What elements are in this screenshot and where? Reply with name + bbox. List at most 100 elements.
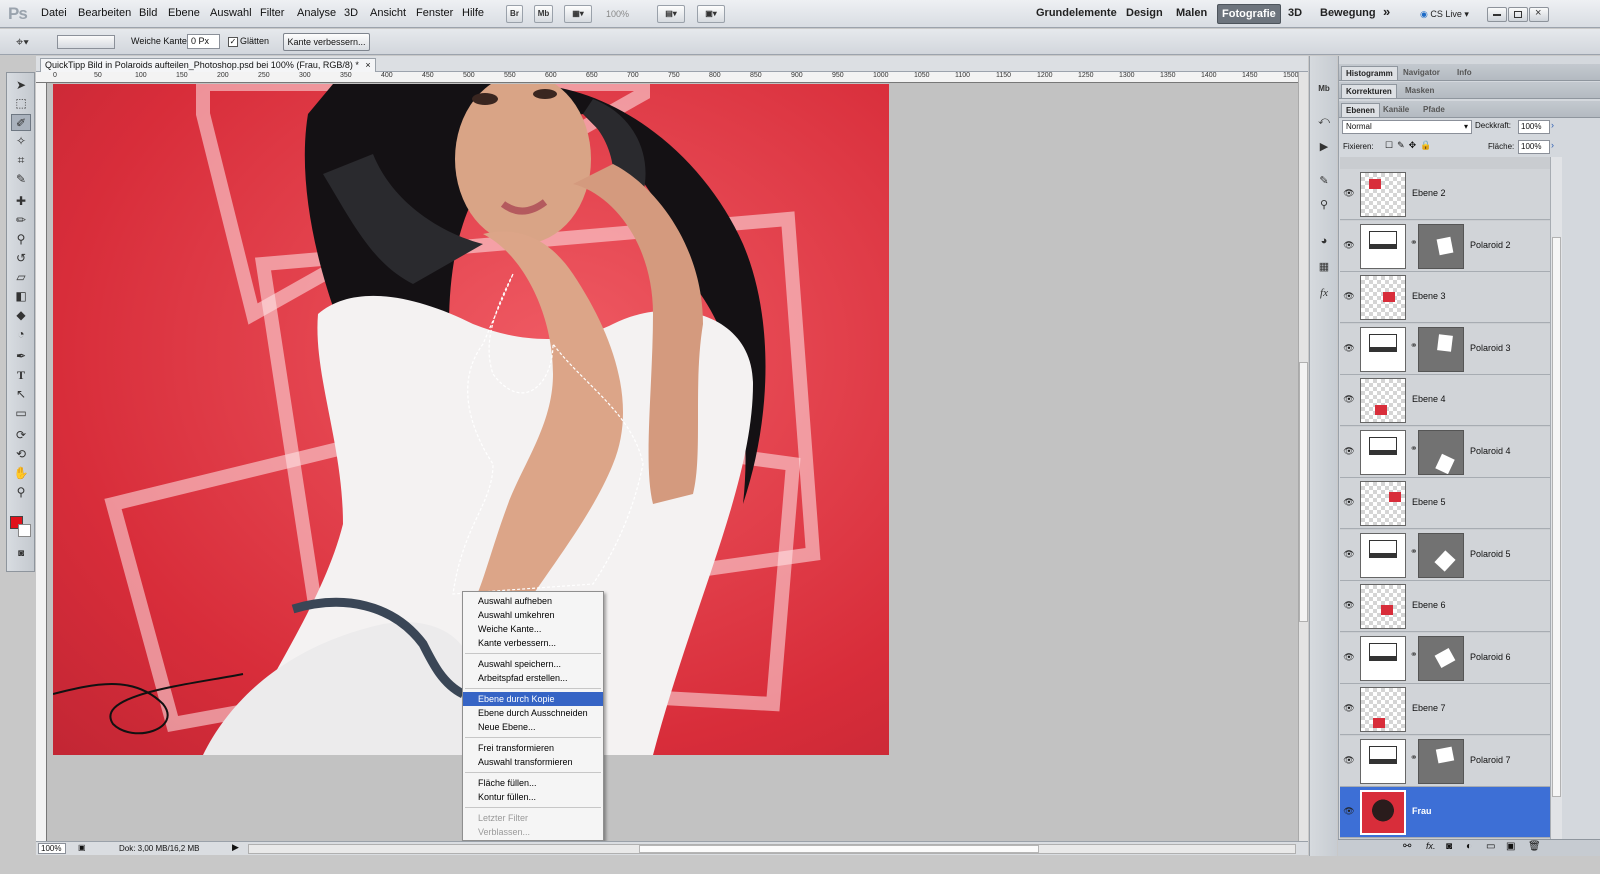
menu-auswahl[interactable]: Auswahl bbox=[210, 7, 252, 19]
visibility-eye-icon[interactable]: 👁 bbox=[1343, 755, 1355, 767]
brush-tool-icon[interactable]: ✏ bbox=[11, 212, 31, 229]
pen-tool-icon[interactable]: ✒ bbox=[11, 348, 31, 365]
status-zoom-field[interactable]: 100% bbox=[38, 843, 66, 854]
workspace-fotografie[interactable]: Fotografie bbox=[1217, 4, 1281, 24]
link-layers-icon[interactable]: ⚯ bbox=[1403, 841, 1411, 852]
context-menu-item[interactable]: Arbeitspfad erstellen... bbox=[463, 671, 603, 685]
context-menu-item[interactable]: Kante verbessern... bbox=[463, 636, 603, 650]
eraser-tool-icon[interactable]: ▱ bbox=[11, 269, 31, 286]
cs-live-button[interactable]: ◉ CS Live ▾ bbox=[1420, 9, 1469, 20]
tab-navigator[interactable]: Navigator bbox=[1399, 66, 1444, 80]
workspace-bewegung[interactable]: Bewegung bbox=[1320, 7, 1376, 19]
mask-link-icon[interactable]: ⚭ bbox=[1410, 237, 1418, 248]
screen-mode-button[interactable]: ▣▾ bbox=[697, 5, 725, 23]
layer-row[interactable]: 👁 Ebene 5 bbox=[1340, 478, 1550, 529]
3d-orbit-tool-icon[interactable]: ⟲ bbox=[11, 446, 31, 463]
arrange-documents-button[interactable]: ▤▾ bbox=[657, 5, 685, 23]
visibility-eye-icon[interactable]: 👁 bbox=[1343, 806, 1355, 818]
swatches-panel-icon[interactable]: ◕ bbox=[1315, 232, 1333, 250]
layer-row[interactable]: 👁 ⚭ Polaroid 7 bbox=[1340, 735, 1550, 787]
context-menu-item[interactable]: Ebene durch Kopie bbox=[463, 692, 603, 706]
menu-hilfe[interactable]: Hilfe bbox=[462, 7, 484, 19]
menu-3d[interactable]: 3D bbox=[344, 7, 358, 19]
layer-row[interactable]: 👁 Ebene 6 bbox=[1340, 581, 1550, 632]
vertical-scroll-thumb[interactable] bbox=[1299, 362, 1308, 622]
menu-ebene[interactable]: Ebene bbox=[168, 7, 200, 19]
context-menu-item[interactable]: Neue Ebene... bbox=[463, 720, 603, 734]
adjustment-layer-icon[interactable]: ◐ bbox=[1466, 841, 1472, 852]
opacity-input[interactable]: 100% bbox=[1518, 120, 1550, 134]
more-workspaces-button[interactable]: » bbox=[1383, 4, 1390, 19]
polygon-lasso-tool-icon[interactable]: ⌖▾ bbox=[16, 34, 29, 50]
minibridge-button[interactable]: Mb bbox=[534, 5, 553, 23]
delete-layer-icon[interactable]: 🗑 bbox=[1528, 841, 1541, 852]
menu-datei[interactable]: Datei bbox=[41, 7, 67, 19]
layer-mask-thumbnail[interactable] bbox=[1418, 223, 1464, 269]
minimize-button[interactable] bbox=[1487, 7, 1507, 22]
view-extras-button[interactable]: ▦▾ bbox=[564, 5, 592, 23]
feather-input[interactable]: 0 Px bbox=[187, 34, 220, 49]
blur-tool-icon[interactable]: ◆ bbox=[11, 307, 31, 324]
eyedropper-tool-icon[interactable]: ✎ bbox=[11, 171, 31, 188]
antialias-checkbox[interactable]: ✓ bbox=[228, 37, 238, 47]
bridge-button[interactable]: Br bbox=[506, 5, 523, 23]
menu-bearbeiten[interactable]: Bearbeiten bbox=[78, 7, 131, 19]
brush-presets-icon[interactable]: ✎ bbox=[1315, 172, 1333, 190]
fill-slider-arrow-icon[interactable]: › bbox=[1551, 140, 1554, 150]
layer-row[interactable]: 👁 Ebene 7 bbox=[1340, 684, 1550, 735]
context-menu-item[interactable]: Weiche Kante... bbox=[463, 622, 603, 636]
quick-mask-icon[interactable]: ◙ bbox=[11, 545, 31, 562]
move-tool-icon[interactable]: ➤ bbox=[11, 77, 31, 94]
workspace-design[interactable]: Design bbox=[1126, 7, 1163, 19]
path-selection-tool-icon[interactable]: ↖ bbox=[11, 386, 31, 403]
background-color-swatch[interactable] bbox=[18, 524, 31, 537]
close-document-icon[interactable]: × bbox=[365, 60, 370, 70]
actions-panel-icon[interactable]: ▶ bbox=[1315, 138, 1333, 156]
context-menu-item[interactable]: Ebene durch Ausschneiden bbox=[463, 706, 603, 720]
horizontal-scroll-thumb[interactable] bbox=[639, 845, 1039, 853]
visibility-eye-icon[interactable]: 👁 bbox=[1343, 703, 1355, 715]
rectangle-tool-icon[interactable]: ▭ bbox=[11, 405, 31, 422]
visibility-eye-icon[interactable]: 👁 bbox=[1343, 497, 1355, 509]
layer-row[interactable]: 👁 ⚭ Polaroid 5 bbox=[1340, 529, 1550, 581]
lock-icons[interactable]: ☐✎✥🔒 bbox=[1385, 140, 1435, 151]
mask-link-icon[interactable]: ⚭ bbox=[1410, 752, 1418, 763]
gradient-tool-icon[interactable]: ◧ bbox=[11, 288, 31, 305]
dodge-tool-icon[interactable]: ◔ bbox=[11, 326, 31, 343]
visibility-eye-icon[interactable]: 👁 bbox=[1343, 394, 1355, 406]
workspace-grundelemente[interactable]: Grundelemente bbox=[1036, 7, 1117, 19]
visibility-eye-icon[interactable]: 👁 bbox=[1343, 291, 1355, 303]
fx-panel-icon[interactable]: fx bbox=[1315, 284, 1333, 302]
layer-row[interactable]: 👁 Ebene 3 bbox=[1340, 272, 1550, 323]
tab-info[interactable]: Info bbox=[1453, 66, 1476, 80]
layer-mask-thumbnail[interactable] bbox=[1418, 429, 1464, 475]
layer-mask-thumbnail[interactable] bbox=[1418, 326, 1464, 372]
clone-source-icon[interactable]: ⚲ bbox=[1315, 196, 1333, 214]
status-menu-arrow-icon[interactable]: ▶ bbox=[232, 842, 239, 853]
layer-row[interactable]: 👁 Frau bbox=[1340, 787, 1550, 838]
tab-korrekturen[interactable]: Korrekturen bbox=[1341, 84, 1397, 98]
mask-link-icon[interactable]: ⚭ bbox=[1410, 546, 1418, 557]
quick-selection-tool-icon[interactable]: ✧ bbox=[11, 133, 31, 150]
type-tool-icon[interactable]: T bbox=[11, 367, 31, 384]
new-group-icon[interactable]: ▭ bbox=[1486, 841, 1495, 852]
visibility-eye-icon[interactable]: 👁 bbox=[1343, 549, 1355, 561]
menu-bild[interactable]: Bild bbox=[139, 7, 157, 19]
tab-pfade[interactable]: Pfade bbox=[1419, 103, 1449, 117]
tab-histogramm[interactable]: Histogramm bbox=[1341, 66, 1398, 80]
menu-analyse[interactable]: Analyse bbox=[297, 7, 336, 19]
tab-kanaele[interactable]: Kanäle bbox=[1379, 103, 1413, 117]
zoom-level[interactable]: 100% bbox=[606, 9, 629, 19]
layer-style-icon[interactable]: fx. bbox=[1426, 841, 1436, 851]
document-tab[interactable]: QuickTipp Bild in Polaroids aufteilen_Ph… bbox=[40, 58, 376, 72]
layers-scroll-thumb[interactable] bbox=[1552, 237, 1561, 797]
visibility-eye-icon[interactable]: 👁 bbox=[1343, 240, 1355, 252]
restore-button[interactable] bbox=[1508, 7, 1528, 22]
history-panel-icon[interactable]: ⤺ bbox=[1315, 112, 1333, 130]
layer-row[interactable]: 👁 ⚭ Polaroid 3 bbox=[1340, 323, 1550, 375]
blend-mode-select[interactable]: Normal ▾ bbox=[1342, 120, 1472, 134]
layer-mask-thumbnail[interactable] bbox=[1418, 532, 1464, 578]
layer-mask-thumbnail[interactable] bbox=[1418, 635, 1464, 681]
visibility-eye-icon[interactable]: 👁 bbox=[1343, 188, 1355, 200]
mask-link-icon[interactable]: ⚭ bbox=[1410, 443, 1418, 454]
